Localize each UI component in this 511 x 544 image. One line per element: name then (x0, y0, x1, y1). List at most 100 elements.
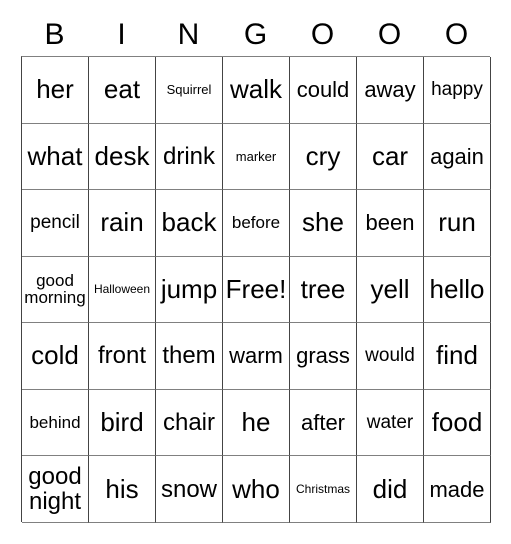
bingo-cell-r4-c5[interactable]: would (357, 323, 424, 390)
bingo-header-letter-2: N (177, 18, 200, 51)
bingo-cell-r0-c5[interactable]: away (357, 57, 424, 124)
bingo-cell-r6-c5[interactable]: did (357, 456, 424, 523)
bingo-cell-r5-c3[interactable]: he (223, 389, 290, 457)
bingo-cell-label: she (302, 207, 344, 238)
bingo-cell-label: again (430, 143, 484, 169)
bingo-row: pencil rain back before she been run (22, 190, 491, 257)
bingo-cell-label: grass (296, 343, 350, 369)
bingo-cell-r3-c5[interactable]: yell (357, 256, 424, 324)
bingo-cell-label: back (161, 207, 217, 238)
bingo-row: behind bird chair he after water food (22, 389, 491, 457)
bingo-cell-r6-c1[interactable]: his (89, 456, 156, 523)
bingo-cell-label: drink (162, 142, 216, 170)
bingo-cell-r5-c5[interactable]: water (357, 389, 424, 457)
bingo-cell-label: car (371, 140, 409, 171)
bingo-cell-r5-c1[interactable]: bird (89, 389, 156, 457)
bingo-header-letter-0: B (44, 18, 65, 51)
bingo-cell-r2-c1[interactable]: rain (89, 190, 156, 257)
bingo-cell-r0-c3[interactable]: walk (223, 57, 290, 124)
bingo-cell-r1-c5[interactable]: car (357, 123, 424, 191)
bingo-cell-r2-c0[interactable]: pencil (22, 190, 89, 257)
bingo-cell-label: Free! (225, 273, 287, 304)
bingo-cell-r3-c2[interactable]: jump (156, 256, 223, 324)
bingo-grid: her eat Squirrel walk could away happy what desk… (21, 56, 491, 523)
bingo-cell-r2-c3[interactable]: before (223, 190, 290, 257)
bingo-cell-label: marker (235, 148, 277, 164)
bingo-cell-label: cold (31, 340, 79, 371)
bingo-cell-label: happy (431, 78, 483, 100)
bingo-cell-label: walk (229, 74, 282, 105)
bingo-cell-r1-c0[interactable]: what (22, 123, 89, 191)
bingo-cell-r4-c0[interactable]: cold (22, 323, 89, 390)
bingo-cell-r1-c2[interactable]: drink (156, 123, 223, 191)
bingo-cell-label: his (105, 473, 139, 504)
bingo-cell-label: bird (100, 406, 144, 437)
bingo-cell-label: warm (229, 343, 283, 369)
bingo-row: cold front them warm grass would find (22, 323, 491, 390)
bingo-cell-r4-c4[interactable]: grass (290, 323, 357, 390)
bingo-cell-r2-c6[interactable]: run (424, 190, 491, 257)
bingo-cell-label: would (365, 345, 415, 367)
bingo-cell-label: snow (160, 475, 218, 503)
bingo-row: her eat Squirrel walk could away happy (22, 57, 491, 124)
bingo-cell-r3-c6[interactable]: hello (424, 256, 491, 324)
bingo-cell-r2-c4[interactable]: she (290, 190, 357, 257)
bingo-cell-r1-c1[interactable]: desk (89, 123, 156, 191)
bingo-cell-label: chair (162, 409, 216, 436)
bingo-cell-r0-c2[interactable]: Squirrel (156, 57, 223, 124)
bingo-cell-r5-c4[interactable]: after (290, 389, 357, 457)
bingo-cell-r3-c1[interactable]: Halloween (89, 256, 156, 324)
bingo-cell-r3-c4[interactable]: tree (290, 256, 357, 324)
bingo-cell-label: desk (94, 140, 150, 171)
bingo-header-letter-3: G (243, 18, 268, 51)
bingo-cell-label: good night (28, 462, 82, 516)
bingo-header-letter-4: O (310, 18, 335, 51)
bingo-cell-r1-c3[interactable]: marker (223, 123, 290, 191)
bingo-cell-r1-c6[interactable]: again (424, 123, 491, 191)
bingo-cell-r6-c2[interactable]: snow (156, 456, 223, 523)
bingo-cell-r2-c2[interactable]: back (156, 190, 223, 257)
bingo-cell-label: Squirrel (166, 81, 212, 97)
bingo-header-letter-5: O (377, 18, 402, 51)
bingo-row: good night his snow who Christmas did made (22, 456, 491, 523)
bingo-cell-r6-c0[interactable]: good night (22, 456, 89, 523)
bingo-cell-r0-c1[interactable]: eat (89, 57, 156, 124)
bingo-cell-r1-c4[interactable]: cry (290, 123, 357, 191)
bingo-cell-r0-c4[interactable]: could (290, 57, 357, 124)
bingo-cell-label: behind (29, 412, 81, 432)
bingo-cell-label: jump (160, 273, 218, 304)
bingo-row: what desk drink marker cry car again (22, 123, 491, 191)
bingo-cell-label: eat (103, 74, 141, 105)
bingo-cell-label: good morning (24, 270, 86, 308)
bingo-cell-r0-c6[interactable]: happy (424, 57, 491, 124)
bingo-cell-label: them (162, 342, 216, 370)
bingo-cell-r6-c6[interactable]: made (424, 456, 491, 523)
bingo-cell-r3-c0[interactable]: good morning (22, 256, 89, 324)
bingo-cell-r6-c4[interactable]: Christmas (290, 456, 357, 523)
bingo-cell-label: who (232, 473, 280, 504)
bingo-cell-label: he (241, 406, 271, 437)
bingo-cell-label: yell (370, 273, 410, 304)
bingo-cell-r5-c2[interactable]: chair (156, 389, 223, 457)
bingo-cell-r4-c6[interactable]: find (424, 323, 491, 390)
bingo-cell-r4-c3[interactable]: warm (223, 323, 290, 390)
bingo-cell-r5-c0[interactable]: behind (22, 389, 89, 457)
bingo-cell-label: her (36, 74, 74, 105)
bingo-cell-r5-c6[interactable]: food (424, 389, 491, 457)
bingo-cell-label: what (27, 140, 83, 171)
bingo-cell-r6-c3[interactable]: who (223, 456, 290, 523)
bingo-cell-r2-c5[interactable]: been (357, 190, 424, 257)
bingo-cell-label: made (429, 476, 485, 502)
bingo-cell-label: been (365, 210, 415, 236)
bingo-cell-label: run (438, 207, 476, 238)
bingo-cell-r4-c2[interactable]: them (156, 323, 223, 390)
bingo-cell-label: front (97, 342, 147, 370)
bingo-cell-r0-c0[interactable]: her (22, 57, 89, 124)
bingo-cell-label: cry (305, 140, 341, 171)
bingo-header-letters: BINGOOO (21, 14, 490, 56)
bingo-cell-label: Christmas (295, 481, 350, 496)
bingo-free-space-cell[interactable]: Free! (223, 256, 290, 324)
bingo-cell-r4-c1[interactable]: front (89, 323, 156, 390)
bingo-cell-label: rain (100, 207, 144, 238)
bingo-cell-label: food (431, 406, 483, 437)
